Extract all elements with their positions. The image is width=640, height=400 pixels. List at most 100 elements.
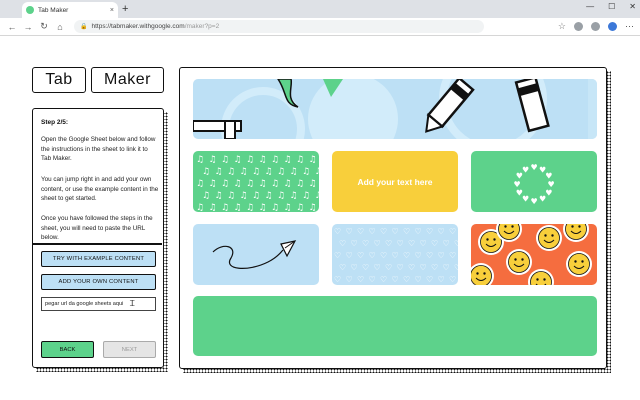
preview-panel: ♫ ♫ ♫ ♫ ♫ ♫ ♫ ♫ ♫ ♫ ♫ ♫ ♫ ♫ ♫ ♫ ♫ ♫ ♫ ♫ ♫ ♫ ♫ ♫ ♫ ♫ ♫ ♫ ♫ ♫ ♫ ♫ ♫ ♫ ♫ ♫ ♫ ♫ ♫ ♫… xyxy=(179,67,607,369)
svg-text:♫: ♫ xyxy=(240,191,248,201)
svg-text:♫: ♫ xyxy=(196,179,204,189)
music-notes-pattern: ♫ ♫ ♫ ♫ ♫ ♫ ♫ ♫ ♫ ♫ ♫ ♫ ♫ ♫ ♫ ♫ ♫ ♫ ♫ ♫ ♫ ♫ ♫ ♫ ♫ ♫ ♫ ♫ ♫ ♫ ♫ ♫ ♫ ♫ ♫ ♫ ♫ ♫ ♫ ♫… xyxy=(196,155,320,212)
svg-text:♫: ♫ xyxy=(302,167,310,177)
svg-text:♡: ♡ xyxy=(420,263,427,272)
svg-text:♥: ♥ xyxy=(531,163,538,172)
svg-text:♫: ♫ xyxy=(209,155,217,165)
svg-text:♫: ♫ xyxy=(209,179,217,189)
hero-tile[interactable] xyxy=(193,79,597,139)
address-bar[interactable]: 🔒 https://tabmaker.withgoogle.com /maker… xyxy=(74,20,484,33)
svg-text:♡: ♡ xyxy=(334,275,341,284)
svg-text:♡: ♡ xyxy=(454,239,458,248)
svg-text:♫: ♫ xyxy=(265,167,273,177)
svg-text:♡: ♡ xyxy=(443,263,450,272)
svg-text:♡: ♡ xyxy=(369,275,376,284)
svg-text:♡: ♡ xyxy=(415,227,422,236)
back-button[interactable]: BACK xyxy=(41,341,94,358)
text-cursor-icon: Ꮖ xyxy=(129,299,135,308)
svg-text:♫: ♫ xyxy=(315,167,320,177)
svg-text:♡: ♡ xyxy=(380,275,387,284)
maximize-button[interactable]: ☐ xyxy=(608,2,615,11)
svg-text:♫: ♫ xyxy=(315,191,320,201)
profile-icon[interactable] xyxy=(608,22,617,31)
svg-text:♡: ♡ xyxy=(426,227,433,236)
add-text-label: Add your text here xyxy=(357,176,433,187)
add-own-content-button[interactable]: ADD YOUR OWN CONTENT xyxy=(41,274,156,290)
menu-icon[interactable]: ⋯ xyxy=(625,21,634,32)
svg-text:♡: ♡ xyxy=(357,227,364,236)
window-controls: — ☐ ✕ xyxy=(586,2,636,11)
svg-text:♡: ♡ xyxy=(339,263,346,272)
next-button[interactable]: NEXT xyxy=(103,341,156,358)
svg-text:♥: ♥ xyxy=(522,195,529,204)
favicon-icon xyxy=(26,6,34,14)
svg-text:♥: ♥ xyxy=(545,189,552,198)
svg-text:♫: ♫ xyxy=(221,179,229,189)
svg-text:♫: ♫ xyxy=(259,203,267,212)
svg-text:♫: ♫ xyxy=(259,155,267,165)
svg-text:♥: ♥ xyxy=(514,180,521,189)
svg-text:♡: ♡ xyxy=(431,263,438,272)
music-notes-tile[interactable]: ♫ ♫ ♫ ♫ ♫ ♫ ♫ ♫ ♫ ♫ ♫ ♫ ♫ ♫ ♫ ♫ ♫ ♫ ♫ ♫ ♫ ♫ ♫ ♫ ♫ ♫ ♫ ♫ ♫ ♫ ♫ ♫ ♫ ♫ ♫ ♫ ♫ ♫ ♫ ♫… xyxy=(193,151,319,212)
close-tab-icon[interactable]: × xyxy=(110,7,114,14)
svg-text:♡: ♡ xyxy=(403,227,410,236)
svg-text:♡: ♡ xyxy=(339,239,346,248)
svg-text:♫: ♫ xyxy=(271,155,279,165)
svg-text:♫: ♫ xyxy=(227,167,235,177)
star-icon[interactable]: ☆ xyxy=(558,21,566,32)
svg-text:♫: ♫ xyxy=(209,203,217,212)
svg-text:♫: ♫ xyxy=(246,155,254,165)
bottom-banner-tile[interactable] xyxy=(193,296,597,356)
smiley-tile[interactable] xyxy=(471,224,597,285)
extension-icon-2[interactable] xyxy=(591,22,600,31)
hearts-pattern: ♡ ♡ ♡ ♡ ♡ ♡ ♡ ♡ ♡ ♡ ♡♡ ♡ ♡ ♡ ♡ ♡ ♡ ♡ ♡ ♡ ♡♡ ♡ ♡ ♡ ♡ ♡ ♡ ♡ ♡ ♡ ♡♡ ♡ ♡ ♡ ♡ ♡ ♡… xyxy=(334,227,458,284)
svg-text:♫: ♫ xyxy=(252,191,260,201)
svg-text:♫: ♫ xyxy=(284,179,292,189)
logo-maker: Maker xyxy=(91,67,164,93)
smiley-faces-pattern xyxy=(471,224,592,285)
svg-text:♫: ♫ xyxy=(309,203,317,212)
svg-text:♡: ♡ xyxy=(454,263,458,272)
svg-text:♫: ♫ xyxy=(296,203,304,212)
svg-text:♡: ♡ xyxy=(374,239,381,248)
back-icon[interactable]: ← xyxy=(4,22,20,32)
heart-ring-tile[interactable]: ♥ ♥ ♥ ♥ ♥ ♥ ♥ ♥ ♥ ♥ ♥ ♥ xyxy=(471,151,597,212)
new-tab-button[interactable]: + xyxy=(122,3,128,15)
sheet-url-input[interactable]: pegar url da google sheets aqui Ꮖ xyxy=(41,297,156,311)
svg-text:♫: ♫ xyxy=(240,167,248,177)
pencils-illustration xyxy=(193,79,597,139)
close-window-button[interactable]: ✕ xyxy=(629,2,636,11)
svg-text:♡: ♡ xyxy=(351,263,358,272)
svg-text:♫: ♫ xyxy=(196,203,204,212)
extension-icon[interactable] xyxy=(574,22,583,31)
home-icon[interactable]: ⌂ xyxy=(52,22,68,32)
svg-text:♡: ♡ xyxy=(369,227,376,236)
svg-text:♡: ♡ xyxy=(403,251,410,260)
svg-text:♡: ♡ xyxy=(426,275,433,284)
svg-text:♫: ♫ xyxy=(309,179,317,189)
svg-text:♫: ♫ xyxy=(234,155,242,165)
svg-text:♡: ♡ xyxy=(449,251,456,260)
svg-text:♡: ♡ xyxy=(397,239,404,248)
toolbar-icons: ☆ ⋯ xyxy=(558,21,634,32)
svg-text:♡: ♡ xyxy=(408,263,415,272)
hearts-tile[interactable]: ♡ ♡ ♡ ♡ ♡ ♡ ♡ ♡ ♡ ♡ ♡ ♡ ♡ ♡ ♡ ♡ ♡ ♡ ♡ ♡ ♡ ♡ ♡ ♡ ♡ ♡ ♡ ♡ ♡ ♡ ♡ ♡ ♡ ♡ ♡ ♡ ♡ ♡ ♡ ♡… xyxy=(332,224,458,285)
svg-text:♫: ♫ xyxy=(271,203,279,212)
page-content: Tab Maker Step 2/5: Open the Google Shee… xyxy=(0,37,640,400)
svg-text:♡: ♡ xyxy=(357,275,364,284)
try-example-button[interactable]: TRY WITH EXAMPLE CONTENT xyxy=(41,251,156,267)
forward-icon[interactable]: → xyxy=(20,22,36,32)
minimize-button[interactable]: — xyxy=(586,2,594,11)
svg-text:♡: ♡ xyxy=(334,251,341,260)
svg-text:♫: ♫ xyxy=(259,179,267,189)
svg-text:♡: ♡ xyxy=(380,227,387,236)
browser-tab[interactable]: Tab Maker × xyxy=(22,2,118,18)
add-text-tile[interactable]: Add your text here xyxy=(332,151,458,212)
reload-icon[interactable]: ↻ xyxy=(36,21,52,32)
svg-text:♡: ♡ xyxy=(385,239,392,248)
svg-text:♡: ♡ xyxy=(392,251,399,260)
svg-text:♫: ♫ xyxy=(246,203,254,212)
svg-text:♡: ♡ xyxy=(351,239,358,248)
paper-plane-tile[interactable] xyxy=(193,224,319,285)
svg-text:♡: ♡ xyxy=(415,275,422,284)
